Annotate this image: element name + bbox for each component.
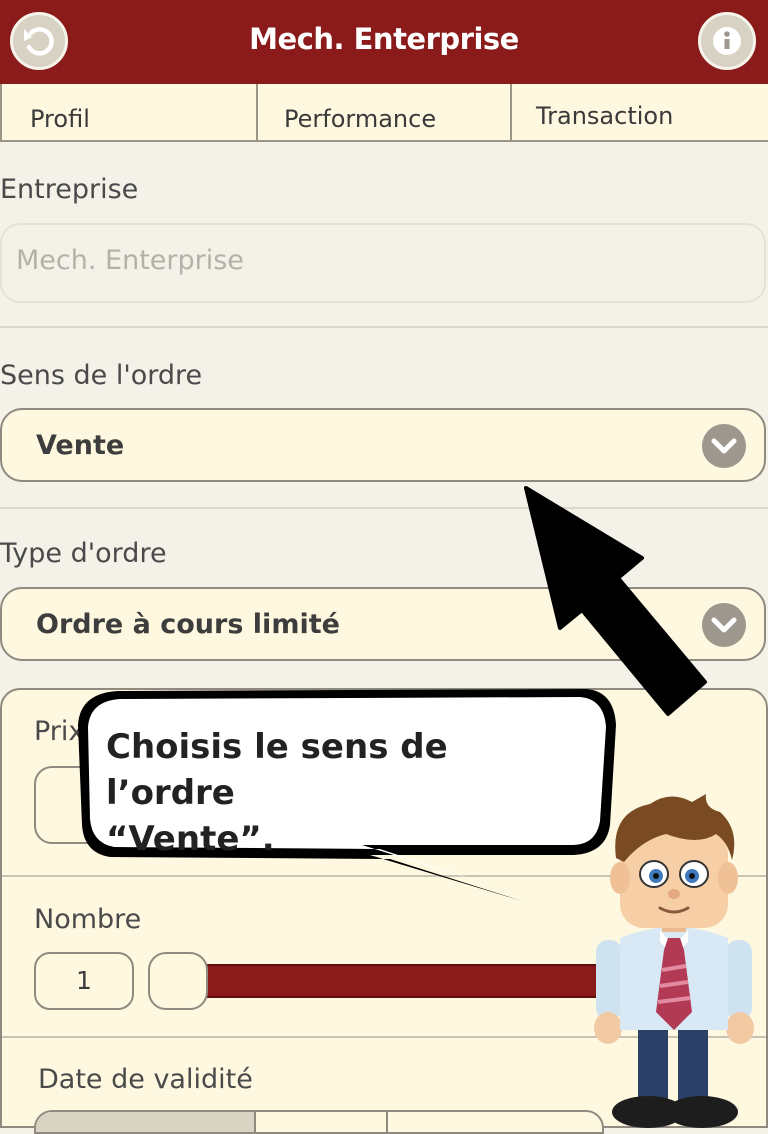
sens-label: Sens de l'ordre bbox=[0, 360, 203, 391]
date-label: Date de validité bbox=[38, 1064, 253, 1095]
date-validity-options bbox=[34, 1110, 604, 1134]
entreprise-field[interactable]: Mech. Enterprise bbox=[0, 223, 766, 303]
entreprise-label: Entreprise bbox=[0, 174, 139, 205]
info-icon bbox=[713, 27, 741, 55]
date-option[interactable] bbox=[36, 1112, 254, 1132]
tab-transaction[interactable]: Transaction bbox=[512, 84, 768, 140]
tab-performance[interactable]: Performance bbox=[258, 84, 512, 140]
businessman-character bbox=[594, 794, 754, 1128]
divider bbox=[386, 1112, 388, 1132]
tab-profil[interactable]: Profil bbox=[0, 84, 258, 140]
nombre-slider-track[interactable] bbox=[190, 964, 630, 998]
divider bbox=[254, 1112, 256, 1132]
tutorial-line: “Vente”. bbox=[106, 819, 275, 859]
nombre-input[interactable]: 1 bbox=[34, 952, 134, 1010]
tab-label: Profil bbox=[30, 105, 90, 133]
sens-value: Vente bbox=[36, 430, 125, 461]
info-button[interactable] bbox=[698, 12, 756, 70]
entreprise-placeholder: Mech. Enterprise bbox=[16, 245, 244, 276]
tab-label: Transaction bbox=[536, 102, 674, 130]
nombre-slider-handle[interactable] bbox=[148, 952, 208, 1010]
type-value: Ordre à cours limité bbox=[36, 609, 340, 640]
tutorial-message: Choisis le sens de l’ordre “Vente”. bbox=[106, 724, 586, 862]
type-label: Type d'ordre bbox=[0, 538, 167, 569]
tutorial-line: Choisis le sens de l’ordre bbox=[106, 727, 448, 813]
chevron-down-icon bbox=[702, 424, 746, 468]
page-title: Mech. Enterprise bbox=[249, 22, 519, 56]
tab-label: Performance bbox=[284, 105, 437, 133]
divider bbox=[0, 326, 768, 328]
tab-bar: Profil Performance Transaction bbox=[0, 84, 768, 142]
